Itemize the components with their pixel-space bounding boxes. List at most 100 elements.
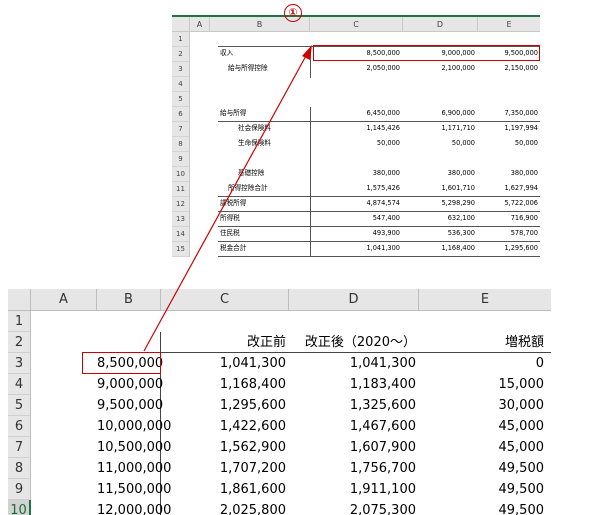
column-header-e[interactable]: E <box>478 17 540 32</box>
row-header-6[interactable]: 6 <box>8 416 31 437</box>
cell-social-insurance-d[interactable]: 1,171,710 <box>403 124 475 133</box>
row-header-2[interactable]: 2 <box>172 47 190 62</box>
column-header-b[interactable]: B <box>97 289 161 311</box>
row-header-4[interactable]: 4 <box>8 374 31 395</box>
cell-deduction-total-c[interactable]: 1,575,426 <box>310 184 400 193</box>
row-header-3[interactable]: 3 <box>172 62 190 77</box>
cell-increase[interactable]: 45,000 <box>419 416 545 437</box>
row-header-9[interactable]: 9 <box>8 479 31 500</box>
cell-increase[interactable]: 0 <box>419 353 544 374</box>
cell-increase[interactable]: 15,000 <box>419 374 545 395</box>
cell-after[interactable]: 1,183,400 <box>289 374 416 395</box>
select-all-corner[interactable] <box>8 289 31 311</box>
cell-increase[interactable]: 45,000 <box>419 437 545 458</box>
cell-resident-tax-d[interactable]: 536,300 <box>403 229 475 238</box>
cell-increase[interactable]: 30,000 <box>419 395 545 416</box>
cell-resident-tax-c[interactable]: 493,900 <box>310 229 400 238</box>
cell-basic-deduction-e[interactable]: 380,000 <box>478 169 538 178</box>
cell-social-insurance-e[interactable]: 1,197,994 <box>478 124 538 133</box>
cell-before[interactable]: 1,041,300 <box>161 353 286 374</box>
cell-deduction-total-d[interactable]: 1,601,710 <box>403 184 475 193</box>
cell-before[interactable]: 1,861,600 <box>161 479 286 500</box>
row-header-11[interactable]: 11 <box>172 182 190 197</box>
cell-income[interactable]: 10,000,000 <box>97 416 171 437</box>
cell-income[interactable]: 11,000,000 <box>97 458 171 479</box>
row-header-7[interactable]: 7 <box>172 122 190 137</box>
row-header-1[interactable]: 1 <box>172 32 190 47</box>
column-header-a[interactable]: A <box>31 289 97 311</box>
row-header-1[interactable]: 1 <box>8 311 31 332</box>
cell-tax-total-d[interactable]: 1,168,400 <box>403 244 475 253</box>
cell-after[interactable]: 1,607,900 <box>289 437 416 458</box>
cell-after[interactable]: 1,467,600 <box>289 416 416 437</box>
cell-increase[interactable]: 49,500 <box>419 479 545 500</box>
row-header-6[interactable]: 6 <box>172 107 190 122</box>
cell-basic-deduction-c[interactable]: 380,000 <box>310 169 400 178</box>
cell-salary-deduction-d[interactable]: 2,100,000 <box>403 64 475 73</box>
cell-income[interactable]: 9,500,000 <box>97 395 163 416</box>
cell-increase[interactable]: 49,500 <box>419 500 545 515</box>
rule-row14-top <box>218 226 540 227</box>
row-header-14[interactable]: 14 <box>172 227 190 242</box>
row-header-8[interactable]: 8 <box>172 137 190 152</box>
cell-deduction-total-e[interactable]: 1,627,994 <box>478 184 538 193</box>
cell-tax-total-e[interactable]: 1,295,600 <box>478 244 538 253</box>
column-header-c[interactable]: C <box>310 17 403 32</box>
cell-income[interactable]: 9,000,000 <box>97 374 163 395</box>
cell-income-tax-e[interactable]: 716,900 <box>478 214 538 223</box>
cell-before[interactable]: 2,025,800 <box>161 500 286 515</box>
column-header-d[interactable]: D <box>403 17 478 32</box>
column-header-a[interactable]: A <box>190 17 210 32</box>
cell-income-tax-d[interactable]: 632,100 <box>403 214 475 223</box>
cell-before[interactable]: 1,562,900 <box>161 437 286 458</box>
row-header-3[interactable]: 3 <box>8 353 31 374</box>
cell-before[interactable]: 1,422,600 <box>161 416 286 437</box>
cell-life-insurance-e[interactable]: 50,000 <box>478 139 538 148</box>
cell-income[interactable]: 10,500,000 <box>97 437 171 458</box>
label-salary-deduction: 給与所得控除 <box>228 64 268 72</box>
cell-after[interactable]: 1,041,300 <box>289 353 416 374</box>
cell-income-tax-c[interactable]: 547,400 <box>310 214 400 223</box>
cell-salary-income-d[interactable]: 6,900,000 <box>403 109 475 118</box>
cell-salary-income-c[interactable]: 6,450,000 <box>310 109 400 118</box>
cell-taxable-income-d[interactable]: 5,298,290 <box>403 199 475 208</box>
cell-increase[interactable]: 49,500 <box>419 458 545 479</box>
cell-after[interactable]: 1,325,600 <box>289 395 416 416</box>
row-header-8[interactable]: 8 <box>8 458 31 479</box>
column-header-c[interactable]: C <box>161 289 289 311</box>
cell-taxable-income-e[interactable]: 5,722,006 <box>478 199 538 208</box>
column-header-e[interactable]: E <box>419 289 551 311</box>
row-header-4[interactable]: 4 <box>172 77 190 92</box>
row-header-10[interactable]: 10 <box>8 500 31 515</box>
row-header-7[interactable]: 7 <box>8 437 31 458</box>
cell-before[interactable]: 1,168,400 <box>161 374 286 395</box>
cell-before[interactable]: 1,707,200 <box>161 458 286 479</box>
cell-basic-deduction-d[interactable]: 380,000 <box>403 169 475 178</box>
row-header-12[interactable]: 12 <box>172 197 190 212</box>
row-header-13[interactable]: 13 <box>172 212 190 227</box>
select-all-corner[interactable] <box>172 17 190 32</box>
cell-social-insurance-c[interactable]: 1,145,426 <box>310 124 400 133</box>
cell-salary-deduction-c[interactable]: 2,050,000 <box>310 64 400 73</box>
cell-life-insurance-c[interactable]: 50,000 <box>310 139 400 148</box>
cell-income[interactable]: 12,000,000 <box>97 500 171 515</box>
cell-taxable-income-c[interactable]: 4,874,574 <box>310 199 400 208</box>
cell-resident-tax-e[interactable]: 578,700 <box>478 229 538 238</box>
row-header-5[interactable]: 5 <box>8 395 31 416</box>
row-header-9[interactable]: 9 <box>172 152 190 167</box>
row-header-5[interactable]: 5 <box>172 92 190 107</box>
row-header-15[interactable]: 15 <box>172 242 190 257</box>
row-header-2[interactable]: 2 <box>8 332 31 353</box>
cell-after[interactable]: 1,756,700 <box>289 458 416 479</box>
column-header-d[interactable]: D <box>289 289 419 311</box>
cell-life-insurance-d[interactable]: 50,000 <box>403 139 475 148</box>
row-header-10[interactable]: 10 <box>172 167 190 182</box>
cell-salary-deduction-e[interactable]: 2,150,000 <box>478 64 538 73</box>
cell-salary-income-e[interactable]: 7,350,000 <box>478 109 538 118</box>
cell-income[interactable]: 11,500,000 <box>97 479 171 500</box>
label-salary-income: 給与所得 <box>220 109 247 117</box>
cell-tax-total-c[interactable]: 1,041,300 <box>310 244 400 253</box>
cell-after[interactable]: 2,075,300 <box>289 500 416 515</box>
cell-before[interactable]: 1,295,600 <box>161 395 286 416</box>
cell-after[interactable]: 1,911,100 <box>289 479 416 500</box>
